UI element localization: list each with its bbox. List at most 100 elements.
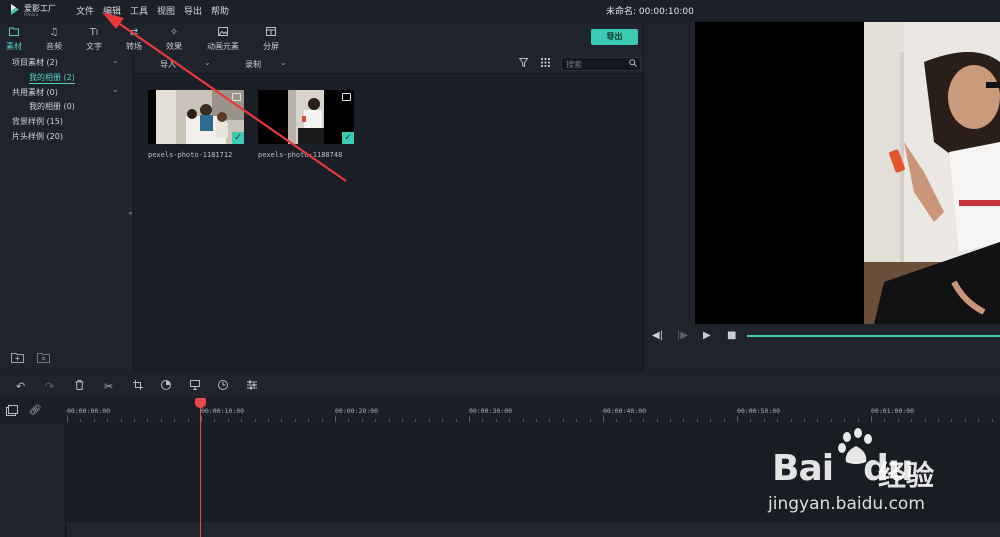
playhead-line: [200, 402, 201, 537]
timeline-toolbar: ↶ ↷ ✂: [0, 374, 1000, 398]
media-thumbnail[interactable]: ✓: [148, 90, 244, 144]
folder-icon: [0, 27, 34, 38]
ruler-tick: [924, 419, 926, 422]
ruler-tick: [174, 419, 176, 422]
timeline-ruler[interactable]: 00:00:00:00 00:00:10:00 00:00:20:00 00:0…: [67, 398, 1000, 424]
ruler-tick: [160, 419, 162, 422]
ruler-tick: [763, 419, 765, 422]
chevron-down-icon[interactable]: ⌄: [112, 85, 119, 94]
tab-audio[interactable]: ♫ 音频: [34, 22, 74, 54]
menu-view[interactable]: 视图: [157, 4, 175, 17]
search-icon[interactable]: [629, 59, 637, 69]
audio-mixer-icon[interactable]: [247, 380, 257, 393]
tree-background-samples[interactable]: 背景样例 (15): [12, 116, 63, 127]
project-title: 未命名: 00:00:10:00: [606, 7, 694, 17]
ruler-tick: [80, 419, 82, 422]
playhead-handle[interactable]: [195, 398, 206, 408]
media-item-name: pexels-photo-1188748: [258, 151, 343, 159]
ruler-tick: [629, 419, 631, 422]
ruler-tick: [562, 419, 564, 422]
media-tree-panel: 项目素材 (2) ⌄ 我的相册 (2) 共用素材 (0) ⌄ 我的相册 (0) …: [0, 54, 134, 372]
menu-bar: 爱影工厂 filmora 文件 编辑 工具 视图 导出 帮助 未命名: 00:0…: [0, 0, 1000, 20]
ruler-tick: [897, 419, 899, 422]
tree-my-album-shared[interactable]: 我的相册 (0): [29, 101, 75, 112]
checkmark-icon: ✓: [342, 132, 354, 144]
tab-label: 分屏: [263, 42, 279, 51]
ruler-tick: [951, 419, 953, 422]
tab-effects[interactable]: ✧ 效果: [154, 22, 194, 54]
tree-my-album-project[interactable]: 我的相册 (2): [29, 72, 75, 84]
ruler-tick: [750, 419, 752, 422]
ruler-tick: [335, 416, 336, 422]
tree-intro-samples[interactable]: 片头样例 (20): [12, 131, 63, 142]
chevron-down-icon[interactable]: ⌄: [112, 56, 119, 65]
undo-icon[interactable]: ↶: [16, 380, 25, 393]
speed-icon[interactable]: [218, 380, 228, 393]
previous-frame-icon[interactable]: ◀|: [652, 330, 663, 341]
tree-shared-media[interactable]: 共用素材 (0): [12, 87, 58, 98]
grid-view-icon[interactable]: [541, 58, 550, 70]
photo-thumbnail-image: [288, 90, 324, 144]
link-icon[interactable]: 🔗︎: [29, 405, 42, 416]
export-button[interactable]: 导出: [591, 29, 638, 45]
step-back-icon[interactable]: |▶: [677, 330, 688, 341]
preview-scrub-bar[interactable]: [747, 335, 1000, 337]
play-icon[interactable]: ▶: [703, 330, 711, 341]
delete-icon[interactable]: [75, 380, 84, 393]
ruler-tick: [201, 416, 202, 422]
ruler-tick: [455, 419, 457, 422]
collapse-panel-icon[interactable]: ◂: [128, 209, 132, 217]
tab-media[interactable]: 素材: [0, 22, 34, 54]
search-input[interactable]: [566, 59, 626, 69]
chevron-down-icon[interactable]: ⌄: [204, 58, 211, 67]
tab-label: 动画元素: [207, 42, 239, 51]
delete-folder-icon[interactable]: [37, 352, 51, 364]
baidu-watermark: Bai du 经验 jingyan.baidu.com: [760, 428, 960, 528]
tab-elements[interactable]: 动画元素: [198, 22, 248, 54]
media-library: 导入 ⌄ 录制 ⌄ ✓ pexels-p: [134, 54, 643, 372]
preview-screen: [695, 22, 1000, 324]
color-icon[interactable]: [161, 380, 171, 393]
music-icon: ♫: [49, 27, 59, 38]
ruler-tick: [723, 419, 725, 422]
menu-help[interactable]: 帮助: [211, 4, 229, 17]
cut-icon[interactable]: ✂: [104, 380, 113, 393]
ruler-tick: [509, 419, 511, 422]
menu-tools[interactable]: 工具: [130, 4, 148, 17]
ruler-tick: [549, 419, 551, 422]
ruler-tick: [375, 419, 377, 422]
ruler-tick: [120, 419, 122, 422]
crop-icon[interactable]: [133, 380, 143, 393]
redo-icon[interactable]: ↷: [45, 380, 54, 393]
new-folder-icon[interactable]: [11, 352, 25, 364]
ruler-time-label: 00:00:20:00: [335, 407, 379, 415]
record-dropdown[interactable]: 录制: [245, 59, 261, 70]
import-dropdown[interactable]: 导入: [160, 59, 176, 70]
menu-file[interactable]: 文件: [76, 4, 94, 17]
media-toolbar: 导入 ⌄ 录制 ⌄: [134, 54, 643, 74]
media-thumbnail[interactable]: ✓: [258, 90, 354, 144]
chevron-down-icon[interactable]: ⌄: [280, 58, 287, 67]
stop-icon[interactable]: ■: [727, 330, 736, 341]
ruler-tick: [964, 419, 966, 422]
ruler-tick: [308, 419, 310, 422]
track-header: [0, 424, 66, 537]
menu-export[interactable]: 导出: [184, 4, 202, 17]
tree-project-media[interactable]: 项目素材 (2): [12, 57, 58, 68]
add-track-icon[interactable]: [6, 405, 18, 419]
image-type-icon: [342, 93, 351, 101]
tab-text[interactable]: TI 文字: [74, 22, 114, 54]
ruler-tick: [817, 419, 819, 422]
preview-frame-image: [864, 22, 1000, 324]
ruler-tick: [482, 419, 484, 422]
menu-edit[interactable]: 编辑: [103, 4, 121, 17]
tab-split-screen[interactable]: 分屏: [251, 22, 291, 54]
effects-icon: ✧: [169, 27, 179, 38]
green-screen-icon[interactable]: [190, 380, 200, 393]
ruler-tick: [428, 419, 430, 422]
tab-transition[interactable]: ⇄ 转场: [114, 22, 154, 54]
ruler-tick: [576, 419, 578, 422]
ruler-tick: [884, 419, 886, 422]
ruler-tick: [187, 419, 189, 422]
filter-icon[interactable]: [518, 58, 529, 70]
